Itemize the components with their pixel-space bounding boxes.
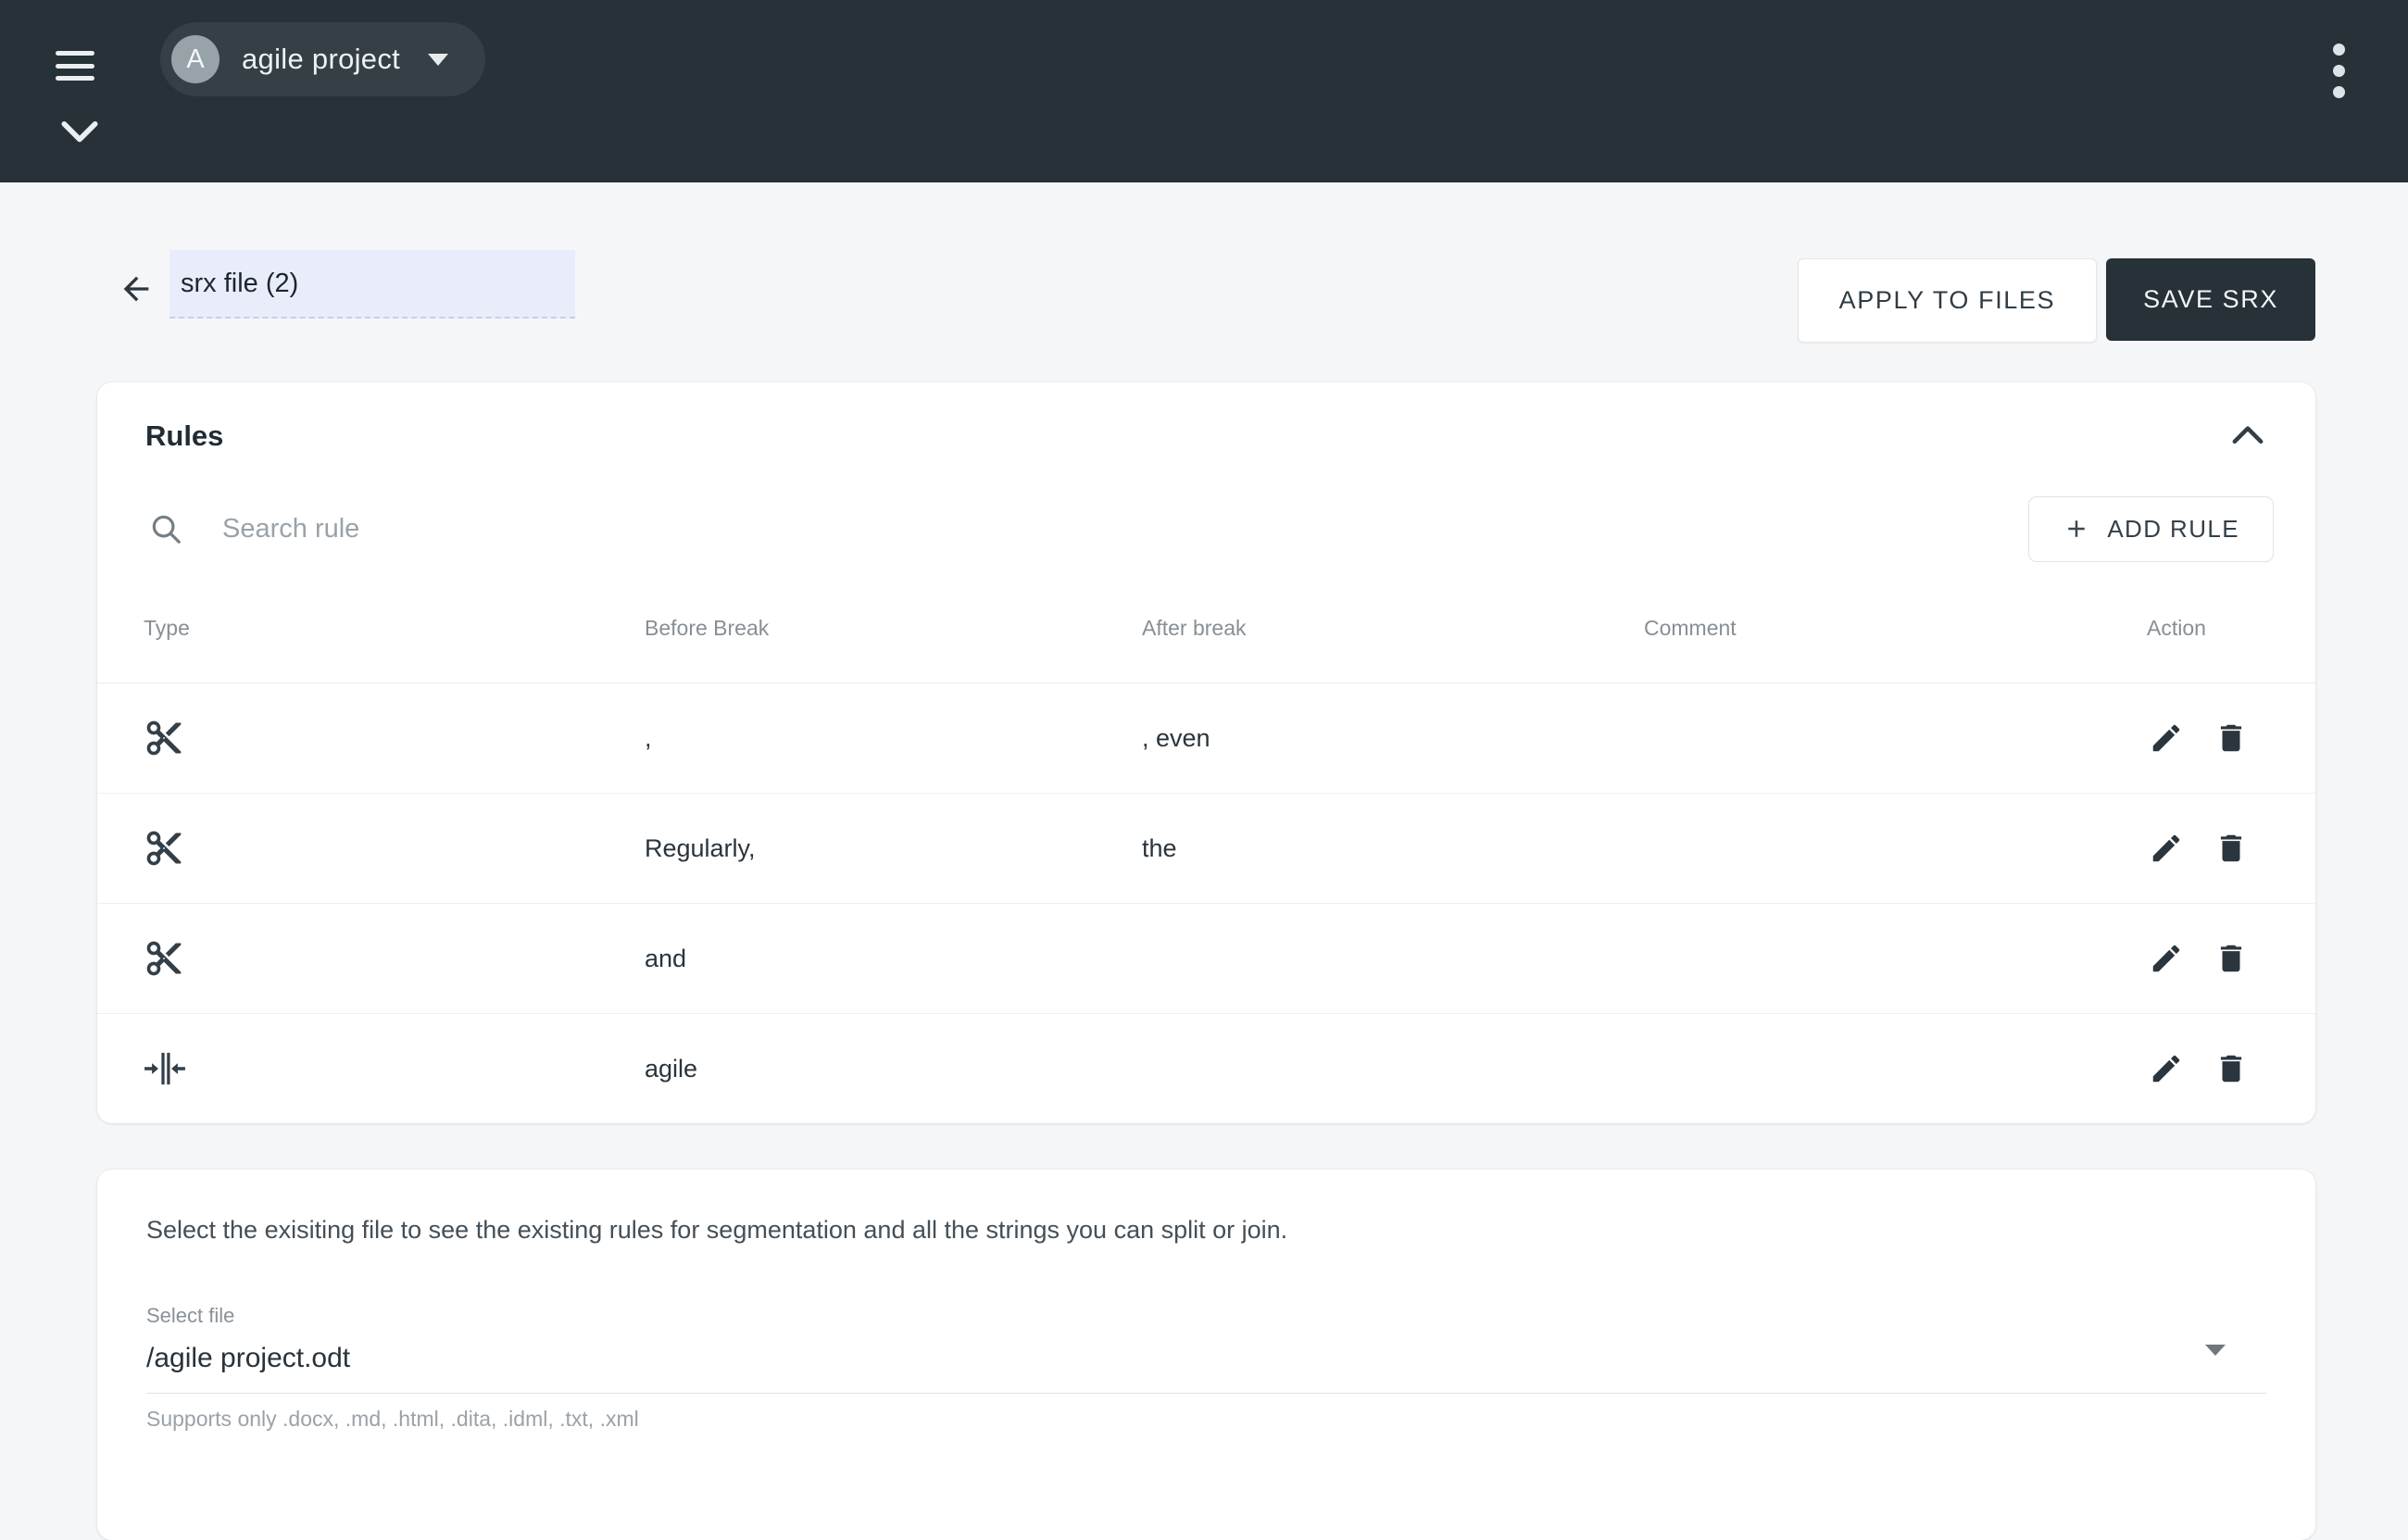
pencil-icon — [2149, 941, 2184, 976]
project-name: agile project — [242, 43, 400, 76]
before-break-value: agile — [645, 1055, 1142, 1083]
search-rule-box — [148, 511, 2028, 546]
table-row: and — [97, 904, 2315, 1014]
select-file-label: Select file — [146, 1304, 2266, 1328]
rules-table-header: Type Before Break After break Comment Ac… — [97, 573, 2315, 683]
edit-rule-button[interactable] — [2147, 719, 2186, 757]
search-icon — [148, 511, 183, 546]
trash-icon — [2214, 720, 2249, 756]
rules-card: Rules ADD RULE Type Before Break After b… — [97, 382, 2315, 1123]
apply-to-files-button[interactable]: APPLY TO FILES — [1798, 258, 2098, 343]
trash-icon — [2214, 941, 2249, 976]
delete-rule-button[interactable] — [2212, 829, 2251, 868]
delete-rule-button[interactable] — [2212, 939, 2251, 978]
trash-icon — [2214, 1051, 2249, 1086]
collapse-rules-button[interactable] — [2228, 420, 2267, 453]
delete-rule-button[interactable] — [2212, 1049, 2251, 1088]
plus-icon — [2063, 515, 2090, 543]
project-avatar: A — [171, 35, 219, 83]
scissors-icon — [144, 938, 184, 979]
header-actions: APPLY TO FILES SAVE SRX — [1798, 258, 2315, 343]
kebab-menu-button[interactable] — [2331, 42, 2347, 100]
rules-card-title: Rules — [145, 419, 223, 453]
after-break-value: the — [1142, 834, 1644, 863]
back-button[interactable] — [118, 270, 155, 312]
after-break-value: , even — [1142, 724, 1644, 753]
before-break-value: , — [645, 724, 1142, 753]
project-switcher[interactable]: A agile project — [160, 22, 485, 96]
selected-file-value: /agile project.odt — [146, 1343, 2266, 1374]
select-file-field[interactable]: Select file /agile project.odt — [146, 1304, 2266, 1394]
scissors-icon — [144, 828, 184, 869]
column-after: After break — [1142, 616, 1644, 641]
column-action: Action — [2147, 616, 2269, 641]
column-type: Type — [144, 616, 645, 641]
caret-down-icon — [2205, 1345, 2226, 1356]
pencil-icon — [2149, 831, 2184, 866]
search-rule-input[interactable] — [220, 513, 1058, 545]
table-row: , , even — [97, 683, 2315, 794]
trash-icon — [2214, 831, 2249, 866]
save-srx-button[interactable]: SAVE SRX — [2106, 258, 2315, 341]
arrow-back-icon — [118, 270, 155, 307]
page-header: srx file (2) APPLY TO FILES SAVE SRX — [97, 243, 2315, 344]
srx-title-field[interactable]: srx file (2) — [169, 250, 575, 319]
file-card-description: Select the exisiting file to see the exi… — [146, 1216, 2266, 1245]
table-row: Regularly, the — [97, 794, 2315, 904]
merge-join-icon — [144, 1050, 186, 1087]
pencil-icon — [2149, 1051, 2184, 1086]
top-app-bar: A agile project — [0, 0, 2408, 182]
pencil-icon — [2149, 720, 2184, 756]
delete-rule-button[interactable] — [2212, 719, 2251, 757]
before-break-value: and — [645, 945, 1142, 973]
column-comment: Comment — [1644, 616, 2147, 641]
edit-rule-button[interactable] — [2147, 1049, 2186, 1088]
scissors-icon — [144, 718, 184, 758]
supported-formats-helper: Supports only .docx, .md, .html, .dita, … — [146, 1407, 2266, 1432]
before-break-value: Regularly, — [645, 834, 1142, 863]
chevron-down-icon — [61, 120, 98, 144]
add-rule-button[interactable]: ADD RULE — [2028, 496, 2274, 562]
column-before: Before Break — [645, 616, 1142, 641]
edit-rule-button[interactable] — [2147, 939, 2186, 978]
menu-icon[interactable] — [56, 51, 94, 81]
chevron-up-icon — [2232, 424, 2264, 444]
page-title: srx file (2) — [181, 269, 298, 299]
caret-down-icon — [428, 54, 448, 66]
expand-chevron-button[interactable] — [61, 120, 98, 149]
file-select-card: Select the exisiting file to see the exi… — [97, 1170, 2315, 1540]
edit-rule-button[interactable] — [2147, 829, 2186, 868]
project-avatar-letter: A — [186, 44, 204, 75]
table-row: agile — [97, 1014, 2315, 1123]
